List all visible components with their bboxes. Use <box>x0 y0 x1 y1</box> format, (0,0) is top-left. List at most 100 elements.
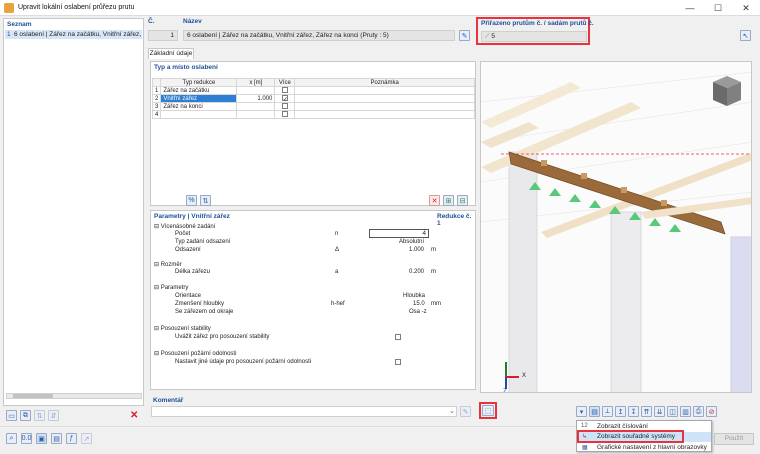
col-more: Více <box>274 78 296 87</box>
panel-toggle-icon[interactable]: ▣ <box>36 433 47 444</box>
formula-icon[interactable]: ƒ <box>66 433 77 444</box>
column <box>730 236 751 392</box>
group-fire[interactable]: ⊟ Posouzení požární odolnosti <box>154 350 236 357</box>
group-stability[interactable]: ⊟ Posouzení stability <box>154 325 211 332</box>
member-icon: ⟋ <box>485 33 490 40</box>
comment-dropdown-icon[interactable]: ⌄ <box>449 407 455 415</box>
view-settings-icon[interactable]: ⬚ <box>482 405 494 416</box>
table-row[interactable]: 4 <box>151 110 475 119</box>
group-multiple[interactable]: ⊟ Vícenásobné zadání <box>154 223 215 230</box>
param-offset-unit: m <box>431 247 436 253</box>
copy-item-icon[interactable]: ⧉ <box>20 410 31 421</box>
param-notch-length-value[interactable]: 0.200 <box>409 269 424 275</box>
model-view[interactable]: X Z <box>480 61 752 393</box>
table-row[interactable]: 3 Zářez na konci <box>151 102 475 111</box>
param-orientation-label: Orientace <box>175 293 202 299</box>
new-item-icon[interactable]: ▭ <box>6 410 17 421</box>
more-checkbox[interactable] <box>281 87 288 94</box>
render-mode-icon[interactable]: ◫ <box>667 406 678 417</box>
tab-basic-data[interactable]: Základní údaje <box>148 48 194 59</box>
param-notch-length-label: Délka zářezu <box>175 269 211 275</box>
sort-rows-icon[interactable]: ⇅ <box>200 195 211 206</box>
pick-icon[interactable]: ↗ <box>81 433 92 444</box>
list-toolbar: ▭ ⧉ ⇅ ⇵ <box>6 410 59 421</box>
param-notch-length-symbol: a <box>335 269 339 275</box>
edit-name-icon[interactable]: ✎ <box>459 30 470 41</box>
display-options-active-icon[interactable]: ▤ <box>589 406 600 417</box>
table-icon[interactable]: ▤ <box>51 433 62 444</box>
apply-button[interactable]: Použít <box>714 433 754 445</box>
param-stability-label: Uvážit zářez pro posouzení stability <box>175 334 270 340</box>
numbering-icon: 12 <box>581 423 588 429</box>
count-input[interactable]: 4 <box>369 229 429 238</box>
fire-checkbox[interactable] <box>395 359 401 365</box>
display-options-icon[interactable]: ▾ <box>576 406 587 417</box>
filter-icon[interactable]: ⇵ <box>48 410 59 421</box>
list-scrollbar[interactable] <box>6 393 142 399</box>
view-iso-icon[interactable]: ⟂ <box>602 406 613 417</box>
percent-icon[interactable]: % <box>186 195 197 206</box>
more-checkbox[interactable] <box>281 111 288 118</box>
type-section: Typ a místo oslabení Typ redukce x [m] V… <box>150 61 476 206</box>
param-orientation-value[interactable]: Hloubka <box>403 293 425 299</box>
select-members-icon[interactable]: ↖ <box>740 30 751 41</box>
list-header: Seznam <box>7 21 32 28</box>
x-axis-icon <box>505 376 519 378</box>
import-icon[interactable]: ⊞ <box>443 195 454 206</box>
close-window-button[interactable]: ✕ <box>732 0 760 16</box>
comment-input[interactable] <box>151 406 457 417</box>
footer-toolbar: ⌕ 0.0 ▣ ▤ ƒ ↗ <box>6 433 92 444</box>
sort-icon[interactable]: ⇅ <box>34 410 45 421</box>
param-count-label: Počet <box>175 231 191 237</box>
more-checkbox[interactable] <box>281 103 288 110</box>
model-canvas <box>481 62 751 392</box>
more-checkbox-checked[interactable]: ✓ <box>281 95 288 103</box>
name-field[interactable]: 6 oslabení | Zářez na začátku, Vnitřní z… <box>183 30 455 41</box>
param-edge-notch-label: Se zářezem od okraje <box>175 309 234 315</box>
delete-row-icon[interactable]: ✕ <box>429 195 440 206</box>
zoom-icon[interactable]: ⌕ <box>6 433 17 444</box>
menu-item-graphics-settings[interactable]: ▦ Grafické nastavení z hlavní obrazovky <box>579 443 711 452</box>
list-item-number: 1 <box>7 31 11 38</box>
comment-label: Komentář <box>153 397 184 404</box>
view-x-icon[interactable]: ↥ <box>615 406 626 417</box>
maximize-button[interactable]: ☐ <box>704 0 732 16</box>
app-icon <box>4 3 14 13</box>
param-depth-reduction-value[interactable]: 15.0 <box>413 301 425 307</box>
export-icon[interactable]: ⊟ <box>457 195 468 206</box>
selected-cell[interactable]: Vnitřní zářez <box>160 94 238 103</box>
view-y-icon[interactable]: ↧ <box>628 406 639 417</box>
view-top-icon[interactable]: ⇊ <box>654 406 665 417</box>
assigned-field[interactable]: ⟋ 5 <box>481 31 587 42</box>
units-icon[interactable]: 0.0 <box>21 433 32 444</box>
title-bar: Upravit lokální oslabení průřezu prutu —… <box>0 0 760 16</box>
stability-checkbox[interactable] <box>395 334 401 340</box>
minimize-button[interactable]: — <box>676 0 704 16</box>
group-dimension[interactable]: ⊟ Rozměr <box>154 261 182 268</box>
assigned-value: 5 <box>491 33 495 40</box>
list-item-label: 6 oslabení | Zářez na začátku, Vnitřní z… <box>14 31 142 38</box>
graphics-settings-icon: ▦ <box>582 445 588 451</box>
menu-highlight <box>577 430 684 443</box>
table-row[interactable]: 1 Zářez na začátku <box>151 86 475 95</box>
comment-edit-icon[interactable]: ✎ <box>460 406 471 417</box>
param-fire-label: Nastavit jiné údaje pro posouzení požárn… <box>175 359 312 365</box>
type-section-title: Typ a místo oslabení <box>154 64 218 71</box>
z-axis-icon <box>505 377 507 389</box>
param-edge-notch-value[interactable]: Osa -z <box>409 309 427 315</box>
param-offset-label: Odsazení <box>175 247 201 253</box>
param-offset-type-value[interactable]: Absolutní <box>399 239 424 245</box>
view-z-icon[interactable]: ⇈ <box>641 406 652 417</box>
number-field[interactable]: 1 <box>148 30 178 41</box>
col-x: x [m] <box>236 78 276 87</box>
list-panel: Seznam 1 6 oslabení | Zářez na začátku, … <box>3 18 144 406</box>
delete-item-icon[interactable]: ✕ <box>130 410 138 421</box>
layers-icon[interactable]: ▥ <box>680 406 691 417</box>
param-offset-value[interactable]: 1.000 <box>409 247 424 253</box>
table-row[interactable]: 2 Vnitřní zářez 1.000 ✓ <box>151 94 475 103</box>
list-item[interactable]: 1 6 oslabení | Zářez na začátku, Vnitřní… <box>5 30 142 39</box>
reset-view-icon[interactable]: ⊘ <box>706 406 717 417</box>
print-icon[interactable]: ⎙ <box>693 406 704 417</box>
param-depth-reduction-label: Zmenšení hloubky <box>175 301 225 307</box>
group-parameters[interactable]: ⊟ Parametry <box>154 284 188 291</box>
